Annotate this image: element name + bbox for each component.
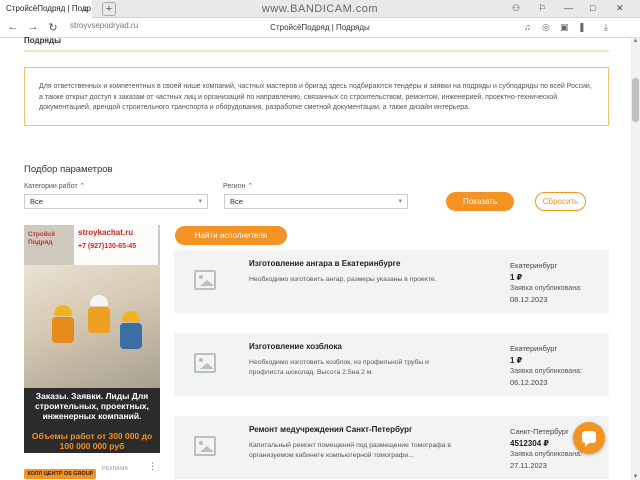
worker-icon (52, 317, 74, 343)
ad-construction-scene (24, 265, 160, 388)
ad-footer: ХОЛЛ ЦЕНТР DS GROUP РЕКЛАМА ⋮ (24, 461, 160, 480)
ad-slogan: Заказы. Заявки. Лиды Для строительных, п… (34, 391, 149, 421)
window-pin-icon[interactable]: ⚐ (538, 3, 546, 14)
category-select-value: Все (30, 197, 43, 206)
ad-logo: Стройсё Подряд (28, 231, 56, 246)
chat-widget-button[interactable] (573, 422, 605, 454)
scroll-down-icon[interactable]: ▼ (632, 474, 639, 480)
listing-price: 1 ₽ (510, 273, 523, 282)
worker-helmet-icon (54, 305, 72, 316)
worker-icon (120, 323, 142, 349)
worker-helmet-icon (90, 295, 108, 306)
image-placeholder-icon (194, 270, 216, 290)
download-icon[interactable]: ⤓ (604, 22, 608, 33)
ad-site: stroykachat.ru (78, 228, 134, 237)
extension-icon[interactable]: ▣ (560, 22, 569, 33)
listing-title[interactable]: Изготовление ангара в Екатеринбурге (249, 259, 400, 268)
region-select[interactable]: Все ▾ (224, 194, 408, 209)
ad-footer-label: РЕКЛАМА (102, 466, 129, 472)
worker-helmet-icon (122, 311, 140, 322)
reset-button[interactable]: Сбросить (535, 192, 586, 211)
listing-date: 27.11.2023 (510, 461, 547, 470)
image-placeholder-icon (194, 436, 216, 456)
listing-date: 06.12.2023 (510, 378, 548, 387)
chevron-down-icon: ▾ (198, 198, 202, 205)
info-box: Для ответственных и компетентных в своей… (24, 67, 609, 126)
listing-desc: Необходимо изготовить хозблок, из профил… (249, 359, 429, 376)
category-label: Категории работ ⌃ (24, 183, 86, 190)
listing-city: Санкт-Петербург (510, 427, 569, 436)
headphones-icon[interactable]: ♫ (524, 22, 531, 32)
breadcrumb-label: Подряды (24, 36, 61, 45)
show-button[interactable]: Показать (446, 192, 514, 211)
ad-banner[interactable]: Стройсё Подряд stroykachat.ru +7 (927)13… (24, 225, 160, 453)
listing-date: 08.12.2023 (510, 295, 548, 304)
window-extension-icon[interactable]: ⚇ (512, 3, 520, 14)
bookmark-icon[interactable]: ❚ (578, 22, 586, 33)
listing-card[interactable]: Ремонт медучреждения Санкт-Петербург Кап… (174, 416, 609, 479)
browser-tab-bar: СтройсёПодряд | Подр × + www.BANDICAM.co… (0, 0, 640, 18)
chevron-up-icon: ⌃ (79, 183, 86, 190)
chat-bubble-icon (582, 431, 596, 447)
scroll-up-icon[interactable]: ▲ (632, 38, 639, 44)
chevron-up-icon: ⌃ (247, 183, 254, 190)
window-maximize-icon[interactable]: □ (590, 3, 595, 13)
listing-desc: Капитальный ремонт помещений под размеще… (249, 442, 451, 459)
window-minimize-icon[interactable]: — (564, 3, 573, 13)
find-contractor-button[interactable]: Найти исполнителя (175, 226, 287, 245)
listing-price: 4512304 ₽ (510, 439, 549, 448)
listing-published-label: Заявка опубликована: (510, 451, 582, 458)
listing-published-label: Заявка опубликована: (510, 285, 582, 292)
eye-icon[interactable]: ◎ (542, 22, 550, 33)
image-placeholder-icon (194, 353, 216, 373)
listing-title[interactable]: Ремонт медучреждения Санкт-Петербург (249, 425, 412, 434)
listing-city: Екатеринбург (510, 261, 558, 270)
worker-icon (88, 307, 110, 333)
region-select-value: Все (230, 197, 243, 206)
listing-card[interactable]: Изготовление хозблока Необходимо изготов… (174, 333, 609, 396)
listing-published-label: Заявка опубликована: (510, 368, 582, 375)
window-close-icon[interactable]: ✕ (616, 3, 624, 14)
listing-title[interactable]: Изготовление хозблока (249, 342, 342, 351)
filters-title: Подбор параметров (24, 164, 113, 175)
listing-desc: Необходимо изготовить ангар, размеры ука… (249, 276, 437, 283)
ad-phone: +7 (927)130-65-45 (78, 243, 137, 250)
chevron-down-icon: ▾ (398, 198, 402, 205)
listing-card[interactable]: Изготовление ангара в Екатеринбурге Необ… (174, 250, 609, 313)
scrollbar-thumb[interactable] (632, 78, 639, 122)
ad-footer-tag: ХОЛЛ ЦЕНТР DS GROUP (24, 469, 97, 479)
category-select[interactable]: Все ▾ (24, 194, 208, 209)
address-bar: ← → ↻ stroyvsepodryad.ru СтройсёПодряд |… (0, 18, 640, 38)
breadcrumb: Подряды (24, 36, 609, 52)
ad-slogan-volumes: Объемы работ от 300 000 до 100 000 000 р… (31, 431, 153, 451)
info-text: Для ответственных и компетентных в своей… (39, 83, 592, 111)
region-label: Регион ⌃ (223, 183, 254, 190)
listing-price: 1 ₽ (510, 356, 523, 365)
more-options-icon[interactable]: ⋮ (148, 461, 157, 472)
listing-city: Екатеринбург (510, 344, 558, 353)
